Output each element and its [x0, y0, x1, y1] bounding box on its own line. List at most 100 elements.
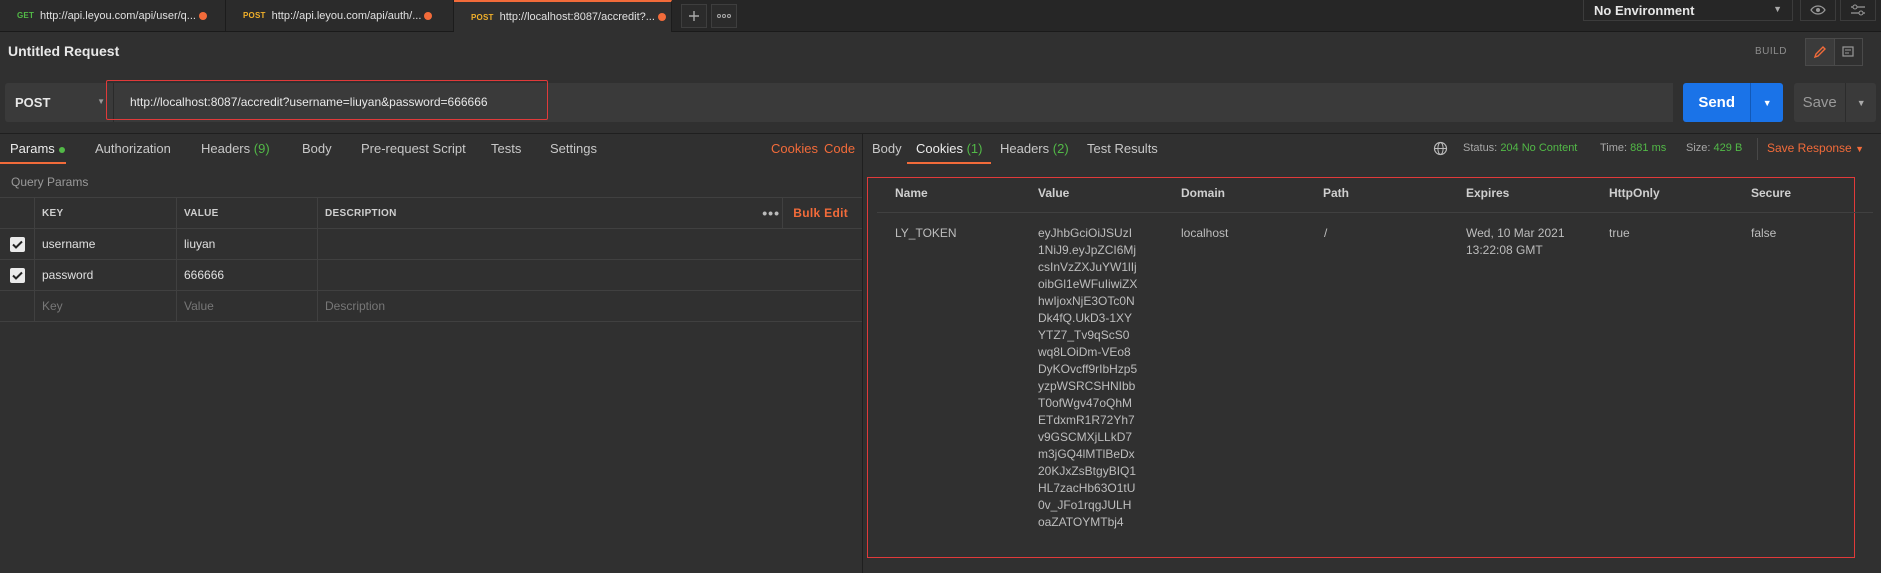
param-checkbox[interactable] — [9, 267, 25, 283]
tab-tests[interactable]: Tests — [491, 141, 521, 156]
response-headers-count: (2) — [1052, 141, 1069, 156]
param-value[interactable]: 666666 — [177, 260, 318, 290]
tab-settings[interactable]: Settings — [550, 141, 597, 156]
cookie-name-header: Name — [895, 186, 928, 200]
key-placeholder[interactable]: Key — [35, 291, 177, 321]
value-column-header: VALUE — [177, 198, 318, 228]
ellipsis-icon — [717, 14, 731, 18]
cookies-link[interactable]: Cookies — [771, 141, 818, 156]
pane-divider[interactable] — [862, 134, 863, 573]
tab-pre-request-script[interactable]: Pre-request Script — [361, 141, 466, 156]
eye-icon — [1810, 5, 1826, 15]
chevron-down-icon: ▼ — [1855, 144, 1864, 154]
comments-button[interactable] — [1835, 39, 1863, 65]
send-label: Send — [1698, 94, 1735, 111]
query-params-heading: Query Params — [11, 175, 89, 189]
status-label: Status: — [1463, 142, 1498, 154]
globe-icon[interactable] — [1433, 141, 1448, 159]
cookie-path-header: Path — [1323, 186, 1350, 200]
size-label: Size: — [1686, 142, 1711, 154]
tab-authorization[interactable]: Authorization — [95, 141, 171, 156]
table-row: password 666666 — [0, 260, 862, 291]
request-tab[interactable]: GET http://api.leyou.com/api/user/q... — [0, 0, 226, 31]
active-dot-icon — [58, 146, 65, 153]
key-column-header: KEY — [35, 198, 177, 228]
cookie-expires: Wed, 10 Mar 2021 13:22:08 GMT — [1466, 226, 1565, 257]
params-header-row: KEY VALUE DESCRIPTION ••• Bulk Edit — [0, 197, 862, 229]
pencil-icon — [1813, 46, 1826, 59]
code-link[interactable]: Code — [824, 141, 855, 156]
description-column-header: DESCRIPTION ••• Bulk Edit — [318, 198, 862, 228]
save-button[interactable]: Save ▼ — [1794, 83, 1876, 122]
header-cell — [0, 198, 35, 228]
response-tab-test-results[interactable]: Test Results — [1087, 141, 1158, 156]
cookies-highlight-box — [867, 177, 1855, 558]
check-icon — [11, 240, 23, 249]
check-icon — [11, 271, 23, 280]
active-tab-underline — [907, 162, 991, 164]
param-checkbox[interactable] — [9, 236, 25, 252]
param-description[interactable] — [318, 260, 862, 290]
divider — [1757, 138, 1758, 160]
environment-label: No Environment — [1594, 2, 1695, 18]
param-description[interactable] — [318, 229, 862, 259]
tab-params[interactable]: Params — [10, 141, 65, 156]
size-value: 429 B — [1713, 142, 1743, 154]
plus-icon — [689, 11, 699, 21]
param-value[interactable]: liuyan — [177, 229, 318, 259]
request-tab[interactable]: POST http://api.leyou.com/api/auth/... — [226, 0, 454, 31]
tab-headers-label: Headers — [201, 141, 251, 156]
save-response-button[interactable]: Save Response ▼ — [1767, 141, 1864, 155]
manage-environments-button[interactable] — [1840, 0, 1876, 21]
param-key[interactable]: password — [35, 260, 177, 290]
request-title[interactable]: Untitled Request — [8, 43, 119, 59]
new-param-row: Key Value Description — [0, 291, 862, 322]
environment-quick-look-button[interactable] — [1800, 0, 1836, 21]
tab-url: http://api.leyou.com/api/auth/... — [271, 9, 422, 22]
tab-headers[interactable]: Headers (9) — [201, 141, 270, 156]
cookie-httponly-header: HttpOnly — [1609, 186, 1660, 200]
cookie-secure: false — [1751, 226, 1777, 240]
environment-select[interactable]: No Environment ▼ — [1583, 0, 1793, 21]
tab-method: GET — [17, 11, 35, 20]
chevron-down-icon: ▼ — [97, 97, 105, 106]
param-key[interactable]: username — [35, 229, 177, 259]
headers-count: (9) — [253, 141, 270, 156]
send-options-button[interactable]: ▼ — [1750, 83, 1783, 122]
cookie-domain-header: Domain — [1181, 186, 1226, 200]
chevron-down-icon: ▼ — [1773, 4, 1782, 14]
response-tab-cookies-label: Cookies — [916, 141, 963, 156]
value-placeholder[interactable]: Value — [177, 291, 318, 321]
time-value: 881 ms — [1630, 142, 1667, 154]
unsaved-dot-icon — [657, 13, 666, 21]
response-time: Time: 881 ms — [1600, 142, 1666, 154]
unsaved-dot-icon — [198, 11, 207, 20]
active-tab-underline — [0, 162, 66, 164]
response-tab-body[interactable]: Body — [872, 141, 902, 156]
status-value: 204 No Content — [1500, 142, 1578, 154]
send-button[interactable]: Send ▼ — [1683, 83, 1783, 122]
response-tab-headers[interactable]: Headers (2) — [1000, 141, 1069, 156]
tab-body[interactable]: Body — [302, 141, 332, 156]
new-tab-button[interactable] — [681, 4, 707, 28]
time-label: Time: — [1600, 142, 1628, 154]
description-column-label: DESCRIPTION — [325, 207, 397, 219]
cookie-value: eyJhbGciOiJSUzI1NiJ9.eyJpZCI6MjcsInVzZXJ… — [1038, 226, 1138, 529]
request-tab-active[interactable]: POST http://localhost:8087/accredit?... — [454, 0, 672, 32]
cookie-domain: localhost — [1181, 226, 1229, 240]
url-text[interactable]: http://localhost:8087/accredit?username=… — [130, 95, 488, 109]
edit-button[interactable] — [1806, 39, 1835, 65]
checkbox-cell — [0, 260, 35, 290]
description-placeholder[interactable]: Description — [318, 291, 862, 321]
method-select[interactable]: POST ▼ — [5, 83, 113, 122]
cookie-secure-header: Secure — [1751, 186, 1792, 200]
column-options-icon[interactable]: ••• — [762, 198, 780, 228]
cookie-value-header: Value — [1038, 186, 1070, 200]
response-size: Size: 429 B — [1686, 142, 1742, 154]
save-options-button[interactable]: ▼ — [1845, 83, 1876, 122]
response-status: Status: 204 No Content — [1463, 142, 1577, 154]
response-tab-cookies[interactable]: Cookies (1) — [916, 141, 982, 156]
tab-options-button[interactable] — [711, 4, 737, 28]
build-mode-label: BUILD — [1755, 46, 1787, 57]
bulk-edit-button[interactable]: Bulk Edit — [782, 198, 848, 228]
